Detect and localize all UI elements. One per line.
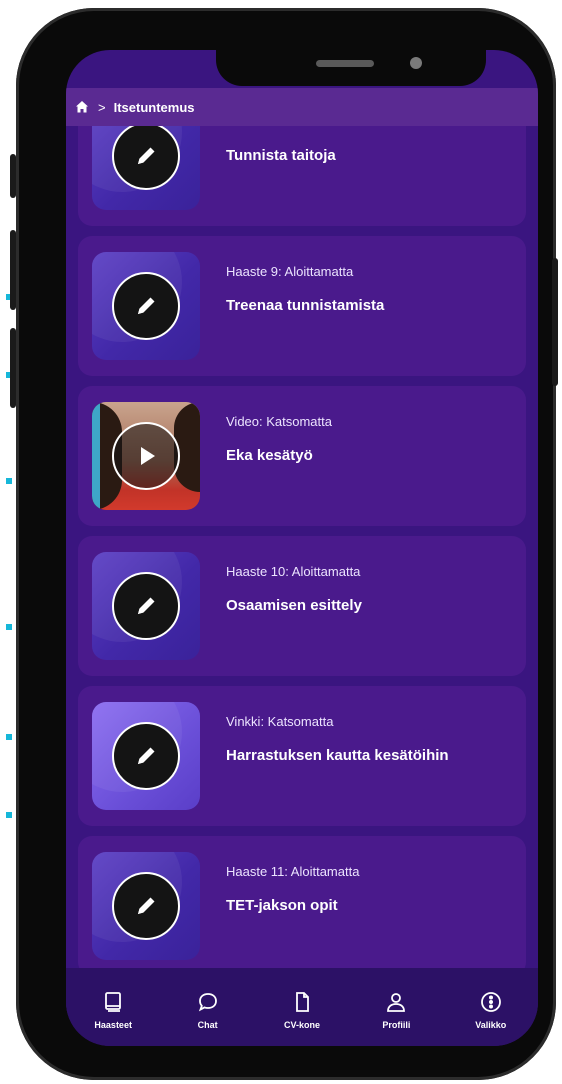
play-icon (112, 422, 180, 490)
chat-bubble-icon (196, 990, 220, 1014)
pencil-icon (112, 272, 180, 340)
nav-item-profiili[interactable]: Profiili (356, 990, 436, 1030)
list-item[interactable]: Video: Katsomatta Eka kesätyö (78, 386, 526, 526)
mockup-stage: > Itsetuntemus Haaste 8: Aloittamatta Tun… (0, 0, 562, 1084)
bottom-navigation: Haasteet Chat CV-kone Profiili Valikko (66, 968, 538, 1046)
item-thumbnail[interactable] (92, 126, 200, 210)
list-item[interactable]: Haaste 10: Aloittamatta Osaamisen esittel… (78, 536, 526, 676)
list-item[interactable]: Haaste 8: Aloittamatta Tunnista taitoja (78, 126, 526, 226)
nav-item-label: Haasteet (94, 1020, 132, 1030)
speaker-grille (316, 60, 374, 67)
breadcrumb-separator-icon: > (98, 99, 106, 115)
item-thumbnail[interactable] (92, 702, 200, 810)
decor-dash (6, 812, 12, 818)
decor-dash (6, 624, 12, 630)
item-text: Haaste 11: Aloittamatta TET-jakson opit (226, 864, 359, 914)
item-text: Video: Katsomatta Eka kesätyö (226, 414, 332, 464)
person-icon (384, 990, 408, 1014)
phone-volume-down (10, 328, 16, 408)
item-text: Haaste 9: Aloittamatta Treenaa tunnistami… (226, 264, 384, 314)
item-thumbnail[interactable] (92, 252, 200, 360)
pencil-icon (112, 872, 180, 940)
pencil-icon (112, 572, 180, 640)
item-title: Osaamisen esittely (226, 597, 362, 614)
decor-dash (6, 478, 12, 484)
nav-item-cv-kone[interactable]: CV-kone (262, 990, 342, 1030)
item-status: Haaste 8: Aloittamatta (226, 126, 353, 129)
item-thumbnail[interactable] (92, 552, 200, 660)
phone-notch (216, 50, 486, 86)
list-item[interactable]: Haaste 11: Aloittamatta TET-jakson opit (78, 836, 526, 968)
app-screen: > Itsetuntemus Haaste 8: Aloittamatta Tun… (66, 50, 538, 1046)
nav-item-label: Profiili (382, 1020, 411, 1030)
item-text: Vinkki: Katsomatta Harrastuksen kautta ke… (226, 714, 449, 764)
pencil-icon (112, 126, 180, 190)
item-title: Eka kesätyö (226, 447, 313, 464)
item-status: Haaste 11: Aloittamatta (226, 864, 360, 879)
item-thumbnail[interactable] (92, 852, 200, 960)
phone-volume-up (10, 230, 16, 310)
document-icon (290, 990, 314, 1014)
item-title: Harrastuksen kautta kesätöihin (226, 747, 449, 764)
list-item[interactable]: Haaste 9: Aloittamatta Treenaa tunnistami… (78, 236, 526, 376)
nav-item-label: Valikko (475, 1020, 507, 1030)
home-icon[interactable] (74, 99, 90, 115)
item-status: Haaste 10: Aloittamatta (226, 564, 361, 579)
nav-item-chat[interactable]: Chat (168, 990, 248, 1030)
nav-item-label: Chat (197, 1020, 218, 1030)
phone-power-button (552, 258, 558, 386)
challenge-list[interactable]: Haaste 8: AloittamattaTunnista taitojaHa… (66, 126, 538, 968)
video-thumbnail[interactable] (92, 402, 200, 510)
item-text: Haaste 10: Aloittamatta Osaamisen esittel… (226, 564, 362, 614)
nav-item-haasteet[interactable]: Haasteet (73, 990, 153, 1030)
item-status: Vinkki: Katsomatta (226, 714, 334, 729)
phone-mute-switch (10, 154, 16, 198)
item-status: Video: Katsomatta (226, 414, 332, 429)
nav-item-valikko[interactable]: Valikko (451, 990, 531, 1030)
item-text: Haaste 8: Aloittamatta Tunnista taitoja (226, 126, 353, 164)
item-title: TET-jakson opit (226, 897, 338, 914)
list-item[interactable]: Vinkki: Katsomatta Harrastuksen kautta ke… (78, 686, 526, 826)
pencil-icon (112, 722, 180, 790)
breadcrumb-current[interactable]: Itsetuntemus (114, 100, 195, 115)
more-menu-icon (479, 990, 503, 1014)
phone-frame: > Itsetuntemus Haaste 8: Aloittamatta Tun… (10, 8, 558, 1080)
breadcrumb: > Itsetuntemus (66, 88, 538, 126)
decor-dash (6, 734, 12, 740)
item-status: Haaste 9: Aloittamatta (226, 264, 354, 279)
item-title: Treenaa tunnistamista (226, 297, 385, 314)
book-icon (101, 990, 125, 1014)
nav-item-label: CV-kone (283, 1020, 320, 1030)
item-title: Tunnista taitoja (226, 147, 336, 164)
video-frame-detail (92, 402, 100, 510)
front-camera (410, 57, 422, 69)
